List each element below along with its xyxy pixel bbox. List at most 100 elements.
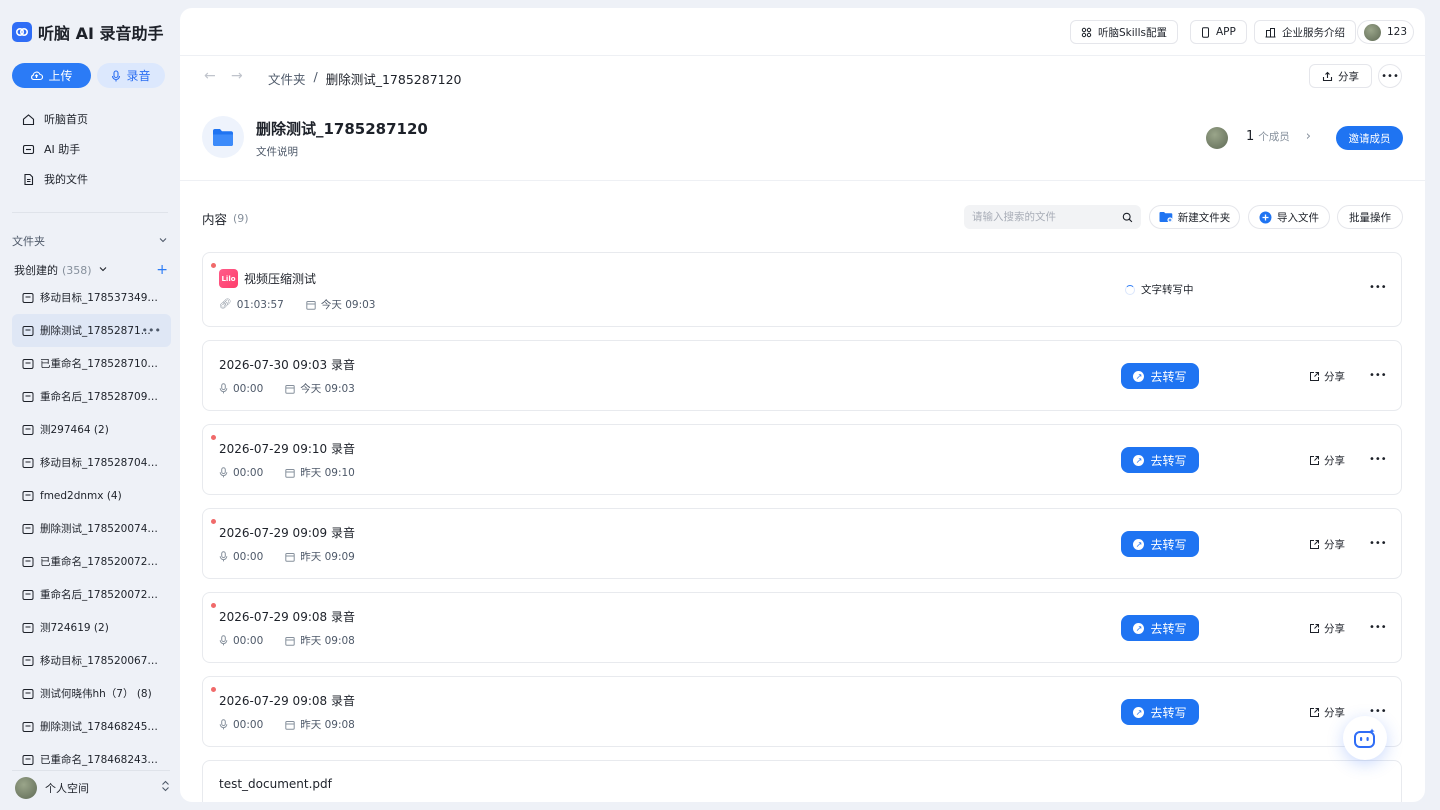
forward-arrow-icon[interactable]: → [231, 68, 243, 84]
file-card[interactable]: Lilo 视频压缩测试 🔗︎ 01:03:57 今天 09:03 文字转写中 ••• [202, 252, 1402, 327]
folder-item[interactable]: fmed2dnmx (4) [12, 479, 171, 512]
nav-label: 听脑首页 [44, 113, 88, 126]
status-text: 文字转写中 [1141, 284, 1194, 296]
file-date: 今天 09:03 [300, 383, 355, 395]
enterprise-label: 企业服务介绍 [1282, 26, 1345, 39]
folder-item[interactable]: 重命名后_1785287096 ... [12, 380, 171, 413]
share-button[interactable]: 分享 [1309, 621, 1345, 636]
file-duration: 00:00 [233, 550, 264, 563]
folder-item-label: 测297464 (2) [40, 424, 109, 436]
more-options-icon[interactable]: ••• [1369, 454, 1387, 465]
transcribe-button[interactable]: ↗ 去转写 [1121, 615, 1199, 641]
folders-section-header[interactable]: 文件夹 [12, 232, 168, 250]
more-options-icon[interactable]: ••• [1369, 370, 1387, 381]
folder-item[interactable]: 重命名后_1785200720 ... [12, 578, 171, 611]
cloud-upload-icon [31, 71, 44, 81]
folder-outline-icon [22, 490, 34, 501]
topbar-divider [180, 55, 1425, 56]
chevron-down-icon[interactable] [158, 235, 168, 248]
user-menu-button[interactable]: 123 [1357, 20, 1415, 44]
file-meta: 00:00 昨天 09:10 [219, 465, 355, 480]
folder-item[interactable]: 删除测试_1784682455 ... [12, 710, 171, 743]
share-folder-button[interactable]: 分享 [1309, 64, 1372, 88]
share-icon [1310, 372, 1319, 381]
file-card[interactable]: 2026-07-29 09:08 录音 00:00 昨天 09:08 ↗ 去转写 分享 ••… [202, 592, 1402, 663]
transcribe-button[interactable]: ↗ 去转写 [1121, 531, 1199, 557]
chevron-right-icon: › [1305, 129, 1311, 144]
main-nav: 听脑首页 AI 助手 我的文件 [12, 104, 170, 194]
my-created-group[interactable]: 我创建的 (358) + [14, 262, 168, 278]
file-date: 今天 09:03 [320, 299, 376, 311]
nav-item-home[interactable]: 听脑首页 [12, 104, 170, 134]
search-icon[interactable] [1122, 212, 1133, 223]
member-avatar [1206, 127, 1228, 149]
add-folder-icon[interactable]: + [156, 262, 168, 278]
skills-config-button[interactable]: 听脑Skills配置 [1070, 20, 1178, 44]
file-name-row: 2026-07-29 09:10 录音 [219, 440, 355, 457]
folder-item-label: 测试何晓伟hh（7） (8) [40, 688, 152, 700]
folder-item[interactable]: 已重命名_1785287107 (... [12, 347, 171, 380]
folder-item[interactable]: 测试何晓伟hh（7） (8) [12, 677, 171, 710]
folder-item[interactable]: 移动目标_1785200673 ... [12, 644, 171, 677]
video-app-icon: Lilo [219, 269, 238, 288]
transcribe-icon: ↗ [1133, 370, 1145, 382]
more-options-icon[interactable]: ••• [1369, 282, 1387, 293]
transcribe-label: 去转写 [1150, 705, 1187, 720]
app-logo[interactable]: 听脑 AI 录音助手 [12, 20, 163, 44]
folder-item[interactable]: 已重命名_1784682438 ... [12, 743, 171, 767]
file-card[interactable]: 2026-07-29 09:09 录音 00:00 昨天 09:09 ↗ 去转写 分享 ••… [202, 508, 1402, 579]
back-arrow-icon[interactable]: ← [204, 68, 216, 84]
file-card[interactable]: 2026-07-29 09:10 录音 00:00 昨天 09:10 ↗ 去转写 分享 ••… [202, 424, 1402, 495]
folder-item[interactable]: 测297464 (2) [12, 413, 171, 446]
folder-item[interactable]: 删除测试_17852871... ••• [12, 314, 171, 347]
file-duration: 00:00 [233, 382, 264, 395]
folder-description[interactable]: 文件说明 [256, 144, 298, 159]
folder-item[interactable]: 已重命名_1785200729 ... [12, 545, 171, 578]
folder-item[interactable]: 移动目标_1785287046 ... [12, 446, 171, 479]
share-button[interactable]: 分享 [1309, 453, 1345, 468]
share-button[interactable]: 分享 [1309, 537, 1345, 552]
members-summary[interactable]: 1 个成员 › [1246, 129, 1311, 144]
more-options-icon[interactable]: ••• [1378, 64, 1402, 88]
content-heading: 内容 (9) [202, 209, 249, 228]
new-folder-button[interactable]: 新建文件夹 [1149, 205, 1240, 229]
upload-button[interactable]: 上传 [12, 63, 91, 88]
record-button[interactable]: 录音 [97, 63, 165, 88]
folder-item[interactable]: 移动目标_1785373497 ... [12, 281, 171, 314]
transcribe-button[interactable]: ↗ 去转写 [1121, 699, 1199, 725]
file-card[interactable]: 2026-07-29 09:08 录音 00:00 昨天 09:08 ↗ 去转写 分享 ••… [202, 676, 1402, 747]
nav-item-my-files[interactable]: 我的文件 [12, 164, 170, 194]
more-options-icon[interactable]: ••• [1369, 622, 1387, 633]
transcribe-button[interactable]: ↗ 去转写 [1121, 363, 1199, 389]
ai-assistant-floating-button[interactable] [1343, 716, 1387, 760]
folder-item[interactable]: 删除测试_1785200743 ... [12, 512, 171, 545]
chevron-down-icon[interactable] [98, 264, 108, 277]
nav-item-ai-assistant[interactable]: AI 助手 [12, 134, 170, 164]
more-options-icon[interactable]: ••• [1369, 538, 1387, 549]
enterprise-service-button[interactable]: 企业服务介绍 [1254, 20, 1356, 44]
folder-list: 移动目标_1785373497 ... 删除测试_17852871... ••• 已重… [12, 281, 171, 767]
transcribe-label: 去转写 [1150, 369, 1187, 384]
share-button[interactable]: 分享 [1309, 705, 1345, 720]
calendar-icon [285, 384, 295, 394]
link-icon: 🔗︎ [219, 299, 232, 310]
file-card[interactable]: test_document.pdf [202, 760, 1402, 802]
search-input[interactable] [972, 211, 1116, 223]
user-space-switcher[interactable]: 个人空间 [12, 770, 170, 802]
logo-icon [12, 22, 32, 42]
app-download-button[interactable]: APP [1190, 20, 1247, 44]
header-divider [180, 180, 1425, 181]
file-name-row: 2026-07-29 09:08 录音 [219, 692, 355, 709]
file-card[interactable]: 2026-07-30 09:03 录音 00:00 今天 09:03 ↗ 去转写 分享 ••… [202, 340, 1402, 411]
more-options-icon[interactable]: ••• [1369, 706, 1387, 717]
more-options-icon[interactable]: ••• [142, 324, 161, 337]
folder-item[interactable]: 测724619 (2) [12, 611, 171, 644]
share-icon [1310, 708, 1319, 717]
share-button[interactable]: 分享 [1309, 369, 1345, 384]
transcribe-button[interactable]: ↗ 去转写 [1121, 447, 1199, 473]
batch-operation-button[interactable]: 批量操作 [1337, 205, 1403, 229]
breadcrumb-root[interactable]: 文件夹 [268, 69, 306, 88]
invite-members-button[interactable]: 邀请成员 [1336, 126, 1403, 150]
import-file-button[interactable]: 导入文件 [1248, 205, 1330, 229]
file-name-row: 2026-07-29 09:08 录音 [219, 608, 355, 625]
